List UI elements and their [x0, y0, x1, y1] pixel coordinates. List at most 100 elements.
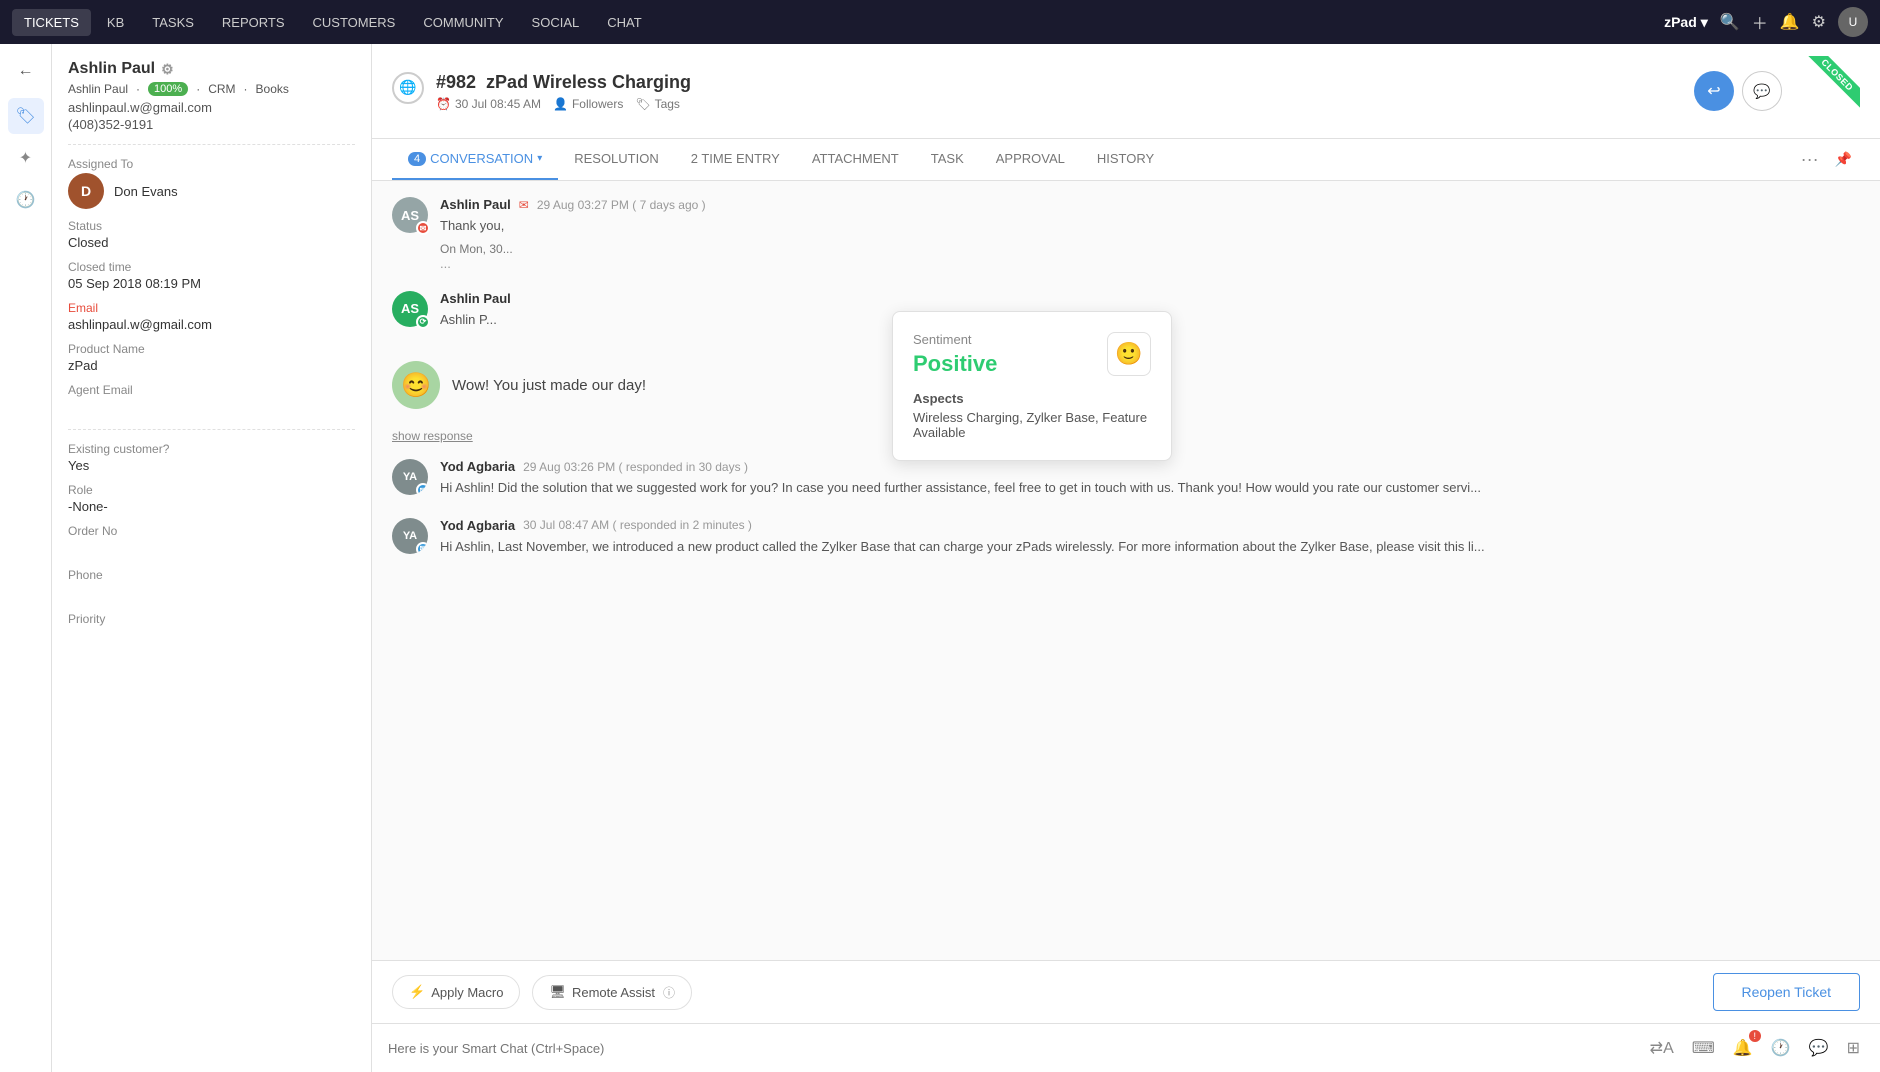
apply-macro-label: Apply Macro [431, 985, 503, 1000]
ticket-meta: ⏰ 30 Jul 08:45 AM 👤 Followers 🏷 Tags [436, 97, 691, 111]
nav-social[interactable]: SOCIAL [520, 9, 592, 36]
translate-icon[interactable]: ⇄A [1646, 1034, 1678, 1062]
existing-customer-value: Yes [68, 458, 355, 473]
msg3-time: 29 Aug 03:26 PM ( responded in 30 days ) [523, 460, 748, 474]
msg4-sender: Yod Agbaria [440, 518, 515, 533]
separator-dot2: · [244, 82, 248, 96]
sidebar-star-icon[interactable]: ✦ [8, 140, 44, 176]
msg3-sender: Yod Agbaria [440, 459, 515, 474]
nav-tickets[interactable]: TICKETS [12, 9, 91, 36]
comment-button[interactable]: 💬 [1742, 71, 1782, 111]
apply-macro-button[interactable]: ⚡ Apply Macro [392, 975, 520, 1009]
tab-resolution[interactable]: RESOLUTION [558, 139, 675, 180]
assigned-to-label: Assigned To [68, 157, 355, 171]
role-label: Role [68, 483, 355, 497]
nav-community[interactable]: COMMUNITY [411, 9, 515, 36]
tab-task-label: TASK [931, 151, 964, 166]
conversation-area: AS ✉ Ashlin Paul ✉ 29 Aug 03:27 PM ( 7 d… [372, 181, 1880, 960]
nav-brand[interactable]: zPad ▾ [1664, 14, 1708, 31]
nav-chat[interactable]: CHAT [595, 9, 653, 36]
tab-time-entry-label: 2 TIME ENTRY [691, 151, 780, 166]
customer-settings-icon[interactable]: ⚙ [161, 61, 174, 78]
reply-button[interactable]: ↩ [1694, 71, 1734, 111]
notifications-icon[interactable]: 🔔 [1780, 12, 1800, 32]
assigned-row: D Don Evans [68, 173, 355, 209]
user-avatar[interactable]: U [1838, 7, 1868, 37]
status-label: Status [68, 219, 355, 233]
msg1-body: Thank you, [440, 216, 1860, 236]
msg1-avatar: AS ✉ [392, 197, 428, 233]
crm-label: CRM [208, 82, 235, 96]
msg4-avatar: YA ✉ [392, 518, 428, 554]
msg3-initials: YA [403, 471, 417, 483]
tab-task[interactable]: TASK [915, 139, 980, 180]
msg1-initials: AS [401, 208, 419, 223]
nav-customers[interactable]: CUSTOMERS [301, 9, 408, 36]
smart-chat-input[interactable] [388, 1041, 1638, 1056]
conversation-container: AS ✉ Ashlin Paul ✉ 29 Aug 03:27 PM ( 7 d… [372, 181, 1880, 960]
info-icon: ⓘ [663, 984, 675, 1001]
msg2-header: Ashlin Paul [440, 291, 1860, 306]
existing-customer-label: Existing customer? [68, 442, 355, 456]
msg3-body: Hi Ashlin! Did the solution that we sugg… [440, 478, 1860, 498]
notification-icon[interactable]: 🔔! [1729, 1034, 1757, 1062]
tab-attachment-label: ATTACHMENT [812, 151, 899, 166]
msg3-header: Yod Agbaria 29 Aug 03:26 PM ( responded … [440, 459, 1860, 474]
tab-history-label: HISTORY [1097, 151, 1154, 166]
keyboard-icon[interactable]: ⌨ [1688, 1034, 1719, 1062]
search-icon[interactable]: 🔍 [1720, 12, 1740, 32]
clock-icon[interactable]: 🕐 [1767, 1034, 1795, 1062]
sentiment-aspects: Wireless Charging, Zylker Base, Feature … [913, 410, 1151, 440]
bottom-bar: ⚡ Apply Macro 🖥 Remote Assist ⓘ Reopen T… [372, 960, 1880, 1023]
panel-divider-1 [68, 144, 355, 145]
ticket-date: ⏰ 30 Jul 08:45 AM [436, 97, 541, 111]
priority-value [68, 628, 355, 646]
books-label: Books [256, 82, 289, 96]
top-navigation: TICKETS KB TASKS REPORTS CUSTOMERS COMMU… [0, 0, 1880, 44]
nav-tasks[interactable]: TASKS [140, 9, 206, 36]
tab-attachment[interactable]: ATTACHMENT [796, 139, 915, 180]
customer-name-sub: Ashlin Paul [68, 82, 128, 96]
globe-icon: 🌐 [392, 72, 424, 104]
tab-time-entry[interactable]: 2 TIME ENTRY [675, 139, 796, 180]
remote-assist-button[interactable]: 🖥 Remote Assist ⓘ [532, 975, 692, 1010]
closed-time-value: 05 Sep 2018 08:19 PM [68, 276, 355, 291]
smiley-message: Wow! You just made our day! [452, 377, 646, 394]
tags-item[interactable]: 🏷 Tags [635, 97, 680, 111]
ticket-header: 🌐 #982 zPad Wireless Charging ⏰ 30 Jul 0… [372, 44, 1880, 139]
sidebar-tag-icon[interactable]: 🏷 [8, 98, 44, 134]
tab-history[interactable]: HISTORY [1081, 139, 1170, 180]
reopen-ticket-button[interactable]: Reopen Ticket [1713, 973, 1861, 1011]
msg4-time: 30 Jul 08:47 AM ( responded in 2 minutes… [523, 518, 752, 532]
back-button[interactable]: ← [10, 54, 42, 88]
date-text: 30 Jul 08:45 AM [455, 97, 541, 111]
msg2-badge: ⟳ [416, 315, 430, 329]
smart-chat-icons: ⇄A ⌨ 🔔! 🕐 💬 ⊞ [1646, 1034, 1864, 1062]
nav-reports[interactable]: REPORTS [210, 9, 297, 36]
tab-dropdown-icon[interactable]: ▾ [537, 153, 542, 164]
grid-icon[interactable]: ⊞ [1843, 1034, 1864, 1062]
order-value [68, 540, 355, 558]
tab-approval[interactable]: APPROVAL [980, 139, 1081, 180]
chat-bubble-icon[interactable]: 💬 [1805, 1034, 1833, 1062]
ticket-title-row: #982 zPad Wireless Charging [436, 72, 691, 93]
tabs-more-button[interactable]: ··· [1793, 149, 1827, 170]
sidebar-clock-icon[interactable]: 🕐 [8, 182, 44, 218]
ticket-title: zPad Wireless Charging [486, 72, 691, 93]
msg4-badge: ✉ [416, 542, 428, 554]
msg2-avatar: AS ⟳ [392, 291, 428, 327]
message-3: YA ✉ Yod Agbaria 29 Aug 03:26 PM ( respo… [392, 459, 1860, 498]
header-right-area: ↩ 💬 CLOSED [1694, 56, 1860, 126]
email-field-value: ashlinpaul.w@gmail.com [68, 317, 355, 332]
tab-pin-icon[interactable]: 📌 [1827, 151, 1860, 168]
add-icon[interactable]: ＋ [1752, 10, 1768, 34]
msg1-header: Ashlin Paul ✉ 29 Aug 03:27 PM ( 7 days a… [440, 197, 1860, 212]
msg1-email-icon: ✉ [519, 198, 529, 212]
settings-icon[interactable]: ⚙ [1812, 12, 1826, 32]
followers-item[interactable]: 👤 Followers [553, 97, 623, 111]
msg4-content: Yod Agbaria 30 Jul 08:47 AM ( responded … [440, 518, 1860, 557]
sentiment-smiley-icon: 🙂 [1107, 332, 1151, 376]
agent-email-label: Agent Email [68, 383, 355, 397]
nav-kb[interactable]: KB [95, 9, 136, 36]
tab-conversation[interactable]: 4 CONVERSATION ▾ [392, 139, 558, 180]
